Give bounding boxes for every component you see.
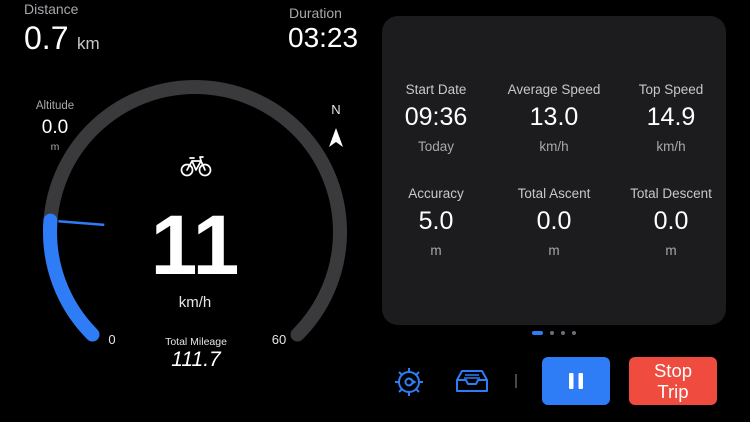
stat-unit: m bbox=[430, 243, 442, 258]
stat-title: Total Ascent bbox=[517, 186, 591, 201]
gauge-max-label: 60 bbox=[271, 332, 287, 347]
trip-stats-card[interactable]: Start Date 09:36 Today Average Speed 13.… bbox=[382, 16, 726, 325]
total-mileage-label: Total Mileage bbox=[165, 336, 227, 348]
stat-total-descent: Total Descent 0.0 m bbox=[611, 186, 731, 258]
stat-value: 14.9 bbox=[646, 103, 696, 131]
gauge-needle bbox=[58, 220, 105, 227]
stat-top-speed: Top Speed 14.9 km/h bbox=[611, 82, 731, 154]
tray-icon[interactable] bbox=[455, 368, 489, 394]
stop-trip-label-line1: Stop bbox=[653, 360, 693, 381]
page-dot-active[interactable] bbox=[532, 331, 543, 335]
gear-icon[interactable] bbox=[393, 366, 425, 398]
stat-unit: m bbox=[548, 243, 560, 258]
stat-title: Start Date bbox=[405, 82, 467, 97]
speed-value: 11 bbox=[150, 198, 240, 292]
stat-value: 5.0 bbox=[418, 207, 454, 235]
page-dot[interactable] bbox=[572, 331, 576, 335]
gauge-fill bbox=[43, 213, 100, 342]
stop-trip-button[interactable]: Stop Trip bbox=[629, 357, 717, 405]
stat-value: 0.0 bbox=[536, 207, 572, 235]
pause-button[interactable] bbox=[542, 357, 610, 405]
stat-start-date: Start Date 09:36 Today bbox=[376, 82, 496, 154]
stat-value: 09:36 bbox=[404, 103, 468, 131]
page-dot[interactable] bbox=[561, 331, 565, 335]
speed-unit: km/h bbox=[178, 294, 212, 311]
stat-title: Top Speed bbox=[638, 82, 704, 97]
stat-value: 0.0 bbox=[653, 207, 689, 235]
stat-unit: km/h bbox=[656, 139, 686, 154]
stop-trip-label-line2: Trip bbox=[657, 381, 689, 402]
stat-unit: km/h bbox=[539, 139, 569, 154]
stat-title: Accuracy bbox=[408, 186, 464, 201]
stat-average-speed: Average Speed 13.0 km/h bbox=[494, 82, 614, 154]
page-dot[interactable] bbox=[550, 331, 554, 335]
stat-unit: m bbox=[665, 243, 677, 258]
gauge-min-label: 0 bbox=[108, 332, 116, 347]
total-mileage-value: 111.7 bbox=[171, 348, 221, 371]
stat-title: Average Speed bbox=[507, 82, 601, 97]
stat-title: Total Descent bbox=[630, 186, 712, 201]
bicycle-icon bbox=[180, 156, 212, 177]
stat-accuracy: Accuracy 5.0 m bbox=[376, 186, 496, 258]
stat-unit: Today bbox=[417, 139, 455, 154]
stat-total-ascent: Total Ascent 0.0 m bbox=[494, 186, 614, 258]
stat-value: 13.0 bbox=[529, 103, 579, 131]
pause-icon bbox=[569, 373, 583, 389]
toolbar-divider bbox=[515, 374, 517, 388]
